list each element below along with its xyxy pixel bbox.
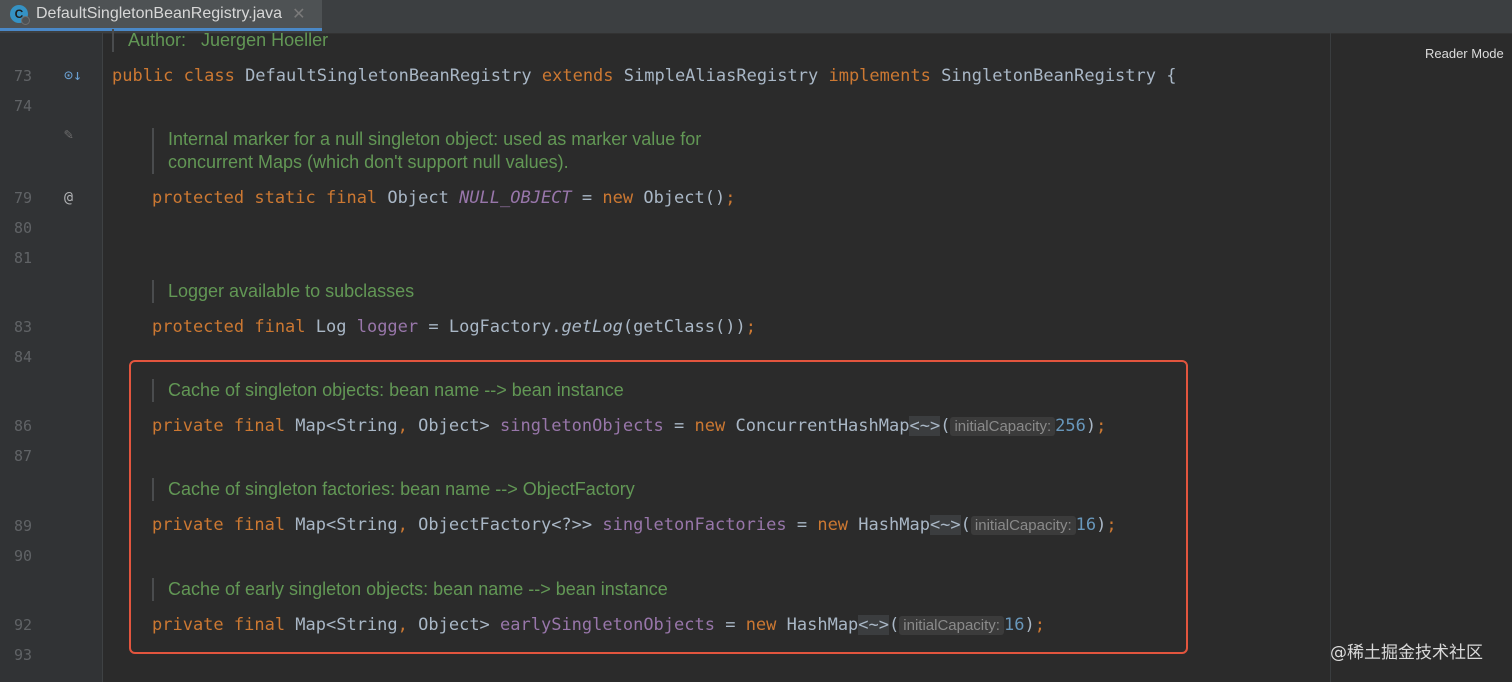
token: protected final [152,317,316,337]
close-icon[interactable]: ✕ [292,4,305,24]
token: new [602,188,644,208]
line-number: 84 [14,348,33,366]
tab-title: DefaultSingletonBeanRegistry.java [36,5,283,22]
token: protected static final [152,188,388,208]
token: Object [387,188,460,208]
token: NULL_OBJECT [459,188,572,208]
code-line-79[interactable]: protected static final Object NULL_OBJEC… [152,187,735,209]
token: = LogFactory. [418,317,562,337]
line-number: 90 [14,547,33,565]
line-number: 93 [14,646,33,664]
token: extends [541,66,624,86]
line-number: 80 [14,219,33,237]
doc-text: Internal marker for a null singleton obj… [168,129,702,149]
token: implements [828,66,942,86]
token: SingletonBeanRegistry { [941,66,1177,86]
class-icon: C [10,5,30,25]
line-number: 79 [14,189,33,207]
token: Log [315,317,357,337]
token: getLog [561,317,623,337]
line-number: 81 [14,249,33,267]
editor-tab[interactable]: C DefaultSingletonBeanRegistry.java ✕ [0,0,322,31]
doc-comment-null-object: Internal marker for a null singleton obj… [152,128,701,174]
doc-text: Logger available to subclasses [168,281,415,301]
line-number: 89 [14,517,33,535]
doc-text: Author: Juergen Hoeller [128,30,329,50]
token: DefaultSingletonBeanRegistry [245,66,542,86]
line-number: 87 [14,447,33,465]
watermark: @稀土掘金技术社区 [1330,643,1483,663]
implements-gutter-icon[interactable]: ⊙↓ [64,66,82,84]
line-number: 74 [14,97,33,115]
doc-comment-logger: Logger available to subclasses [152,280,414,303]
doc-text: concurrent Maps (which don't support nul… [168,152,569,172]
token: ; [725,188,736,208]
edit-icon[interactable]: ✎ [64,125,73,143]
line-number: 83 [14,318,33,336]
token: ; [745,317,756,337]
doc-comment-author: Author: Juergen Hoeller [112,29,328,52]
reader-mode-button[interactable]: Reader Mode [1425,46,1504,61]
token: public class [112,66,246,86]
line-number: 73 [14,67,33,85]
line-number: 86 [14,417,33,435]
code-line-73[interactable]: public class DefaultSingletonBeanRegistr… [112,65,1176,87]
annotation-icon[interactable]: @ [64,188,73,206]
token: Object() [643,188,726,208]
token: = [571,188,603,208]
highlight-box [129,360,1188,654]
line-number: 92 [14,616,33,634]
token: (getClass()) [622,317,746,337]
token: logger [356,317,419,337]
code-line-83[interactable]: protected final Log logger = LogFactory.… [152,316,756,338]
right-margin-guide [1330,33,1331,682]
line-number-gutter: 73 74 79 80 81 83 84 86 87 89 90 92 93 ⊙… [0,33,103,682]
token: SimpleAliasRegistry [623,66,829,86]
